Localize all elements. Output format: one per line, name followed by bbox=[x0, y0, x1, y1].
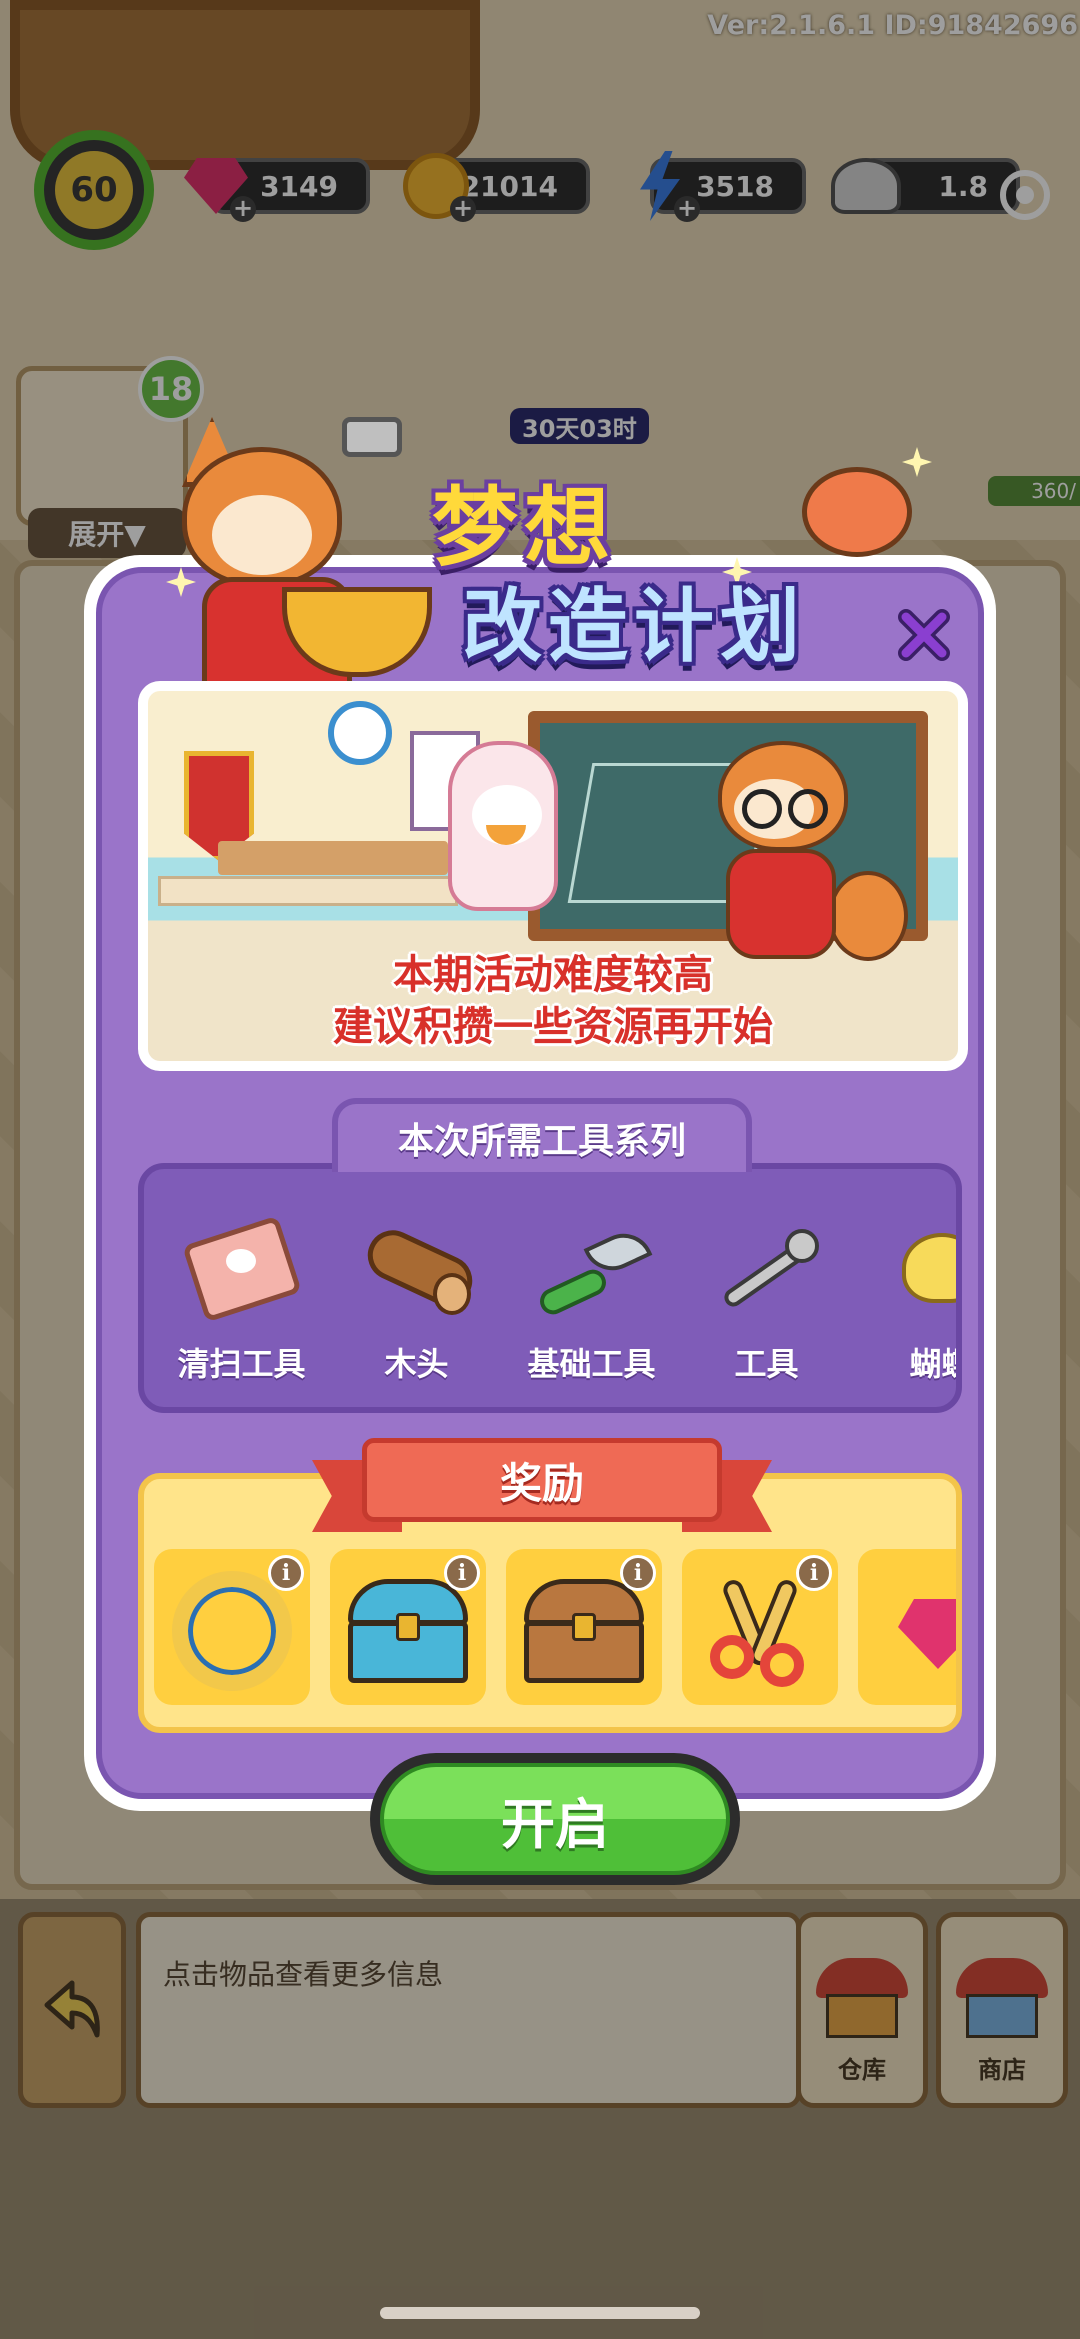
info-icon[interactable]: i bbox=[444, 1555, 480, 1591]
reward-item[interactable]: i bbox=[154, 1549, 310, 1705]
info-icon[interactable]: i bbox=[796, 1555, 832, 1591]
rewards-title: 奖励 bbox=[362, 1438, 722, 1522]
tool-label: 基础工具 bbox=[527, 1345, 656, 1383]
reward-item[interactable]: i bbox=[682, 1549, 838, 1705]
open-button-label: 开启 bbox=[380, 1763, 730, 1875]
tape-measure-icon bbox=[802, 467, 912, 557]
gem-icon bbox=[898, 1599, 956, 1669]
wrench-icon bbox=[707, 1209, 827, 1329]
reward-item[interactable] bbox=[858, 1549, 956, 1705]
towel-icon bbox=[181, 1209, 302, 1329]
classroom-illustration: 本期活动难度较高 建议积攒一些资源再开始 bbox=[148, 691, 958, 1061]
tool-label: 清扫工具 bbox=[177, 1345, 306, 1383]
difficulty-warning: 本期活动难度较高 建议积攒一些资源再开始 bbox=[148, 949, 958, 1053]
fox-mascot-illustration bbox=[162, 417, 432, 687]
reward-item[interactable]: i bbox=[506, 1549, 662, 1705]
ring-icon bbox=[172, 1571, 292, 1691]
fox-character bbox=[708, 741, 908, 971]
tool-item[interactable]: 清扫工具 bbox=[154, 1169, 329, 1407]
reward-item[interactable]: i bbox=[330, 1549, 486, 1705]
event-modal: 梦想 改造计划 本期活动难度较高 建议积攒一些资源再开始 清扫工具 木头 基础工… bbox=[84, 417, 996, 1885]
info-icon[interactable]: i bbox=[620, 1555, 656, 1591]
modal-body: 梦想 改造计划 本期活动难度较高 建议积攒一些资源再开始 清扫工具 木头 基础工… bbox=[96, 417, 984, 1885]
knife-icon bbox=[532, 1209, 652, 1329]
home-indicator[interactable] bbox=[380, 2307, 700, 2319]
blue-chest-icon bbox=[348, 1579, 468, 1683]
tool-label: 工具 bbox=[734, 1345, 799, 1383]
tool-item[interactable]: 木头 bbox=[329, 1169, 504, 1407]
tool-item[interactable]: 工具 bbox=[679, 1169, 854, 1407]
butterfly-icon bbox=[882, 1209, 956, 1329]
event-title-art: 梦想 改造计划 bbox=[162, 417, 942, 707]
rewards-ribbon: 奖励 bbox=[312, 1438, 772, 1538]
duck-character bbox=[448, 741, 558, 911]
info-icon[interactable]: i bbox=[268, 1555, 304, 1591]
rewards-list: i i i i bbox=[154, 1549, 956, 1705]
close-icon bbox=[898, 609, 950, 661]
event-banner: 本期活动难度较高 建议积攒一些资源再开始 bbox=[138, 681, 968, 1071]
event-title-line2: 改造计划 bbox=[462, 580, 806, 673]
clock-icon bbox=[328, 701, 392, 765]
wooden-chest-icon bbox=[524, 1579, 644, 1683]
tool-item[interactable]: 蝴蝶 bbox=[854, 1169, 956, 1407]
required-tools-panel: 清扫工具 木头 基础工具 工具 蝴蝶 bbox=[138, 1163, 962, 1413]
tool-label: 木头 bbox=[384, 1345, 449, 1383]
log-icon bbox=[357, 1209, 480, 1329]
tools-list: 清扫工具 木头 基础工具 工具 蝴蝶 bbox=[154, 1169, 956, 1407]
tools-section-title: 本次所需工具系列 bbox=[332, 1098, 752, 1172]
tool-item[interactable]: 基础工具 bbox=[504, 1169, 679, 1407]
open-button[interactable]: 开启 bbox=[370, 1753, 740, 1885]
warning-line2: 建议积攒一些资源再开始 bbox=[333, 1004, 773, 1050]
warning-line1: 本期活动难度较高 bbox=[393, 952, 713, 998]
close-button[interactable] bbox=[892, 603, 956, 667]
tool-label: 蝴蝶 bbox=[909, 1345, 956, 1383]
